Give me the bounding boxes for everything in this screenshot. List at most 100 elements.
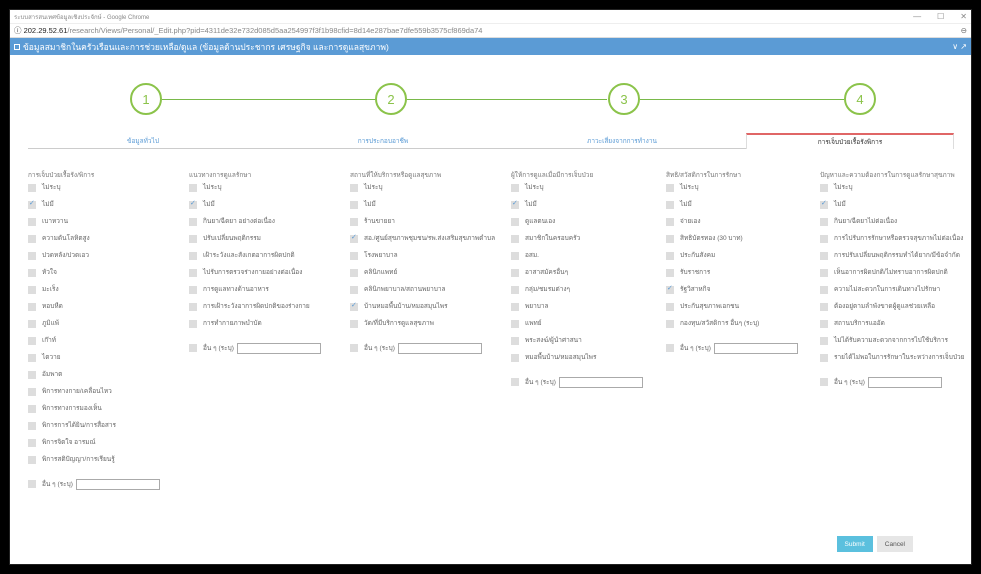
cancel-button[interactable]: Cancel — [876, 536, 913, 552]
checkbox[interactable] — [189, 286, 197, 294]
minimize-icon[interactable]: — — [913, 12, 921, 21]
step-4[interactable]: 4 — [844, 83, 876, 115]
checkbox-option[interactable]: ไม่มี — [189, 199, 339, 218]
checkbox[interactable] — [511, 286, 519, 294]
checkbox-option[interactable]: ไตวาย — [28, 354, 178, 371]
checkbox[interactable] — [28, 405, 36, 413]
checkbox-checked[interactable] — [28, 199, 36, 209]
checkbox[interactable] — [511, 184, 519, 192]
tab-work-risk[interactable]: ภาวะเสี่ยงจากการทำงาน — [508, 133, 736, 149]
checkbox[interactable] — [666, 303, 674, 311]
checkbox[interactable] — [666, 269, 674, 277]
checkbox[interactable] — [28, 354, 36, 362]
checkbox[interactable] — [666, 235, 674, 243]
checkbox[interactable] — [350, 269, 358, 277]
checkbox[interactable] — [189, 269, 197, 277]
checkbox[interactable] — [511, 269, 519, 277]
checkbox-option[interactable]: ไม่มี — [28, 199, 178, 218]
checkbox[interactable] — [350, 252, 358, 260]
checkbox-option[interactable]: ไม่ระบุ — [666, 184, 814, 201]
checkbox[interactable] — [820, 252, 828, 260]
checkbox-option[interactable]: ประกันสุขภาพเอกชน — [666, 303, 814, 320]
checkbox-option[interactable]: คลินิกแพทย์ — [350, 269, 502, 286]
checkbox[interactable] — [28, 269, 36, 277]
checkbox-option[interactable]: สอ./ศูนย์สุขภาพชุมชน/รพ.ส่งเสริมสุขภาพตำ… — [350, 233, 502, 252]
info-icon[interactable]: ⓘ — [14, 25, 24, 36]
checkbox-option[interactable]: แพทย์ — [511, 320, 659, 337]
other-text-input[interactable] — [558, 376, 643, 388]
checkbox-option[interactable]: ประกันสังคม — [666, 252, 814, 269]
checkbox-option[interactable]: ไม่ได้รับความสะดวกจากการไปใช้บริการ — [820, 337, 971, 354]
checkbox[interactable] — [666, 201, 674, 209]
tab-occupation[interactable]: การประกอบอาชีพ — [268, 133, 498, 149]
checkbox[interactable] — [28, 320, 36, 328]
checkbox-option[interactable]: การเฝ้าระวังอาการผิดปกติของร่างกาย — [189, 303, 339, 320]
checkbox[interactable] — [350, 344, 358, 352]
checkbox-option[interactable]: พิการจิตใจ อารมณ์ — [28, 439, 178, 456]
checkbox-checked[interactable] — [350, 233, 358, 243]
checkbox-option[interactable]: ไม่ระบุ — [511, 184, 659, 201]
checkbox[interactable] — [511, 378, 519, 386]
checkbox-option[interactable]: โรงพยาบาล — [350, 252, 502, 269]
checkbox[interactable] — [820, 320, 828, 328]
checkbox-option[interactable]: จ่ายเอง — [666, 218, 814, 235]
checkbox[interactable] — [28, 184, 36, 192]
checkbox[interactable] — [820, 354, 828, 362]
checkbox-option[interactable]: กินยา/ฉีดยาไม่ต่อเนื่อง — [820, 218, 971, 235]
checkbox-option[interactable]: หัวใจ — [28, 269, 178, 286]
checkbox[interactable] — [666, 252, 674, 260]
checkbox-option[interactable]: หอบหืด — [28, 303, 178, 320]
checkbox-checked[interactable] — [511, 199, 519, 209]
checkbox-option[interactable]: การไปรับการรักษาหรือตรวจสุขภาพไม่ต่อเนื่… — [820, 235, 971, 252]
checkbox[interactable] — [820, 378, 828, 386]
checkbox[interactable] — [28, 439, 36, 447]
other-text-input[interactable] — [75, 478, 160, 490]
checkbox-option[interactable]: กลุ่ม/ชมรมต่างๆ — [511, 286, 659, 303]
checkbox-checked[interactable] — [666, 284, 674, 294]
checkbox[interactable] — [511, 354, 519, 362]
checkbox-option[interactable]: คลินิกพยาบาล/สถานพยาบาล — [350, 286, 502, 303]
checkbox[interactable] — [350, 184, 358, 192]
checkbox-option[interactable]: ไม่มี — [666, 201, 814, 218]
checkbox-option[interactable]: ความดันโลหิตสูง — [28, 235, 178, 252]
other-text-input[interactable] — [713, 342, 798, 354]
tab-general[interactable]: ข้อมูลทั่วไป — [28, 133, 258, 149]
checkbox-option[interactable]: พระสงฆ์/ผู้นำศาสนา — [511, 337, 659, 354]
checkbox[interactable] — [511, 252, 519, 260]
checkbox-option[interactable]: พิการทางกาย/เคลื่อนไหว — [28, 388, 178, 405]
checkbox-option[interactable]: พิการการได้ยิน/การสื่อสาร — [28, 422, 178, 439]
checkbox[interactable] — [28, 388, 36, 396]
checkbox-option[interactable]: ต้องอยู่ตามลำพังขาดผู้ดูแลช่วยเหลือ — [820, 303, 971, 320]
checkbox[interactable] — [666, 320, 674, 328]
checkbox-option[interactable]: อัมพาต — [28, 371, 178, 388]
checkbox-option[interactable]: อาสาสมัครอื่นๆ — [511, 269, 659, 286]
checkbox[interactable] — [28, 456, 36, 464]
checkbox[interactable] — [820, 286, 828, 294]
checkbox[interactable] — [511, 218, 519, 226]
step-2[interactable]: 2 — [375, 83, 407, 115]
checkbox-option[interactable]: ไม่มี — [511, 199, 659, 218]
checkbox[interactable] — [28, 252, 36, 260]
checkbox-checked[interactable] — [350, 301, 358, 311]
checkbox-option[interactable]: รัฐวิสาหกิจ — [666, 284, 814, 303]
checkbox[interactable] — [189, 303, 197, 311]
maximize-icon[interactable]: ☐ — [937, 12, 944, 21]
checkbox-option[interactable]: สิทธิบัตรทอง (30 บาท) — [666, 235, 814, 252]
checkbox-option[interactable]: อสม. — [511, 252, 659, 269]
step-1[interactable]: 1 — [130, 83, 162, 115]
checkbox[interactable] — [28, 286, 36, 294]
other-text-input[interactable] — [236, 342, 321, 354]
collapse-icon[interactable]: ∨ ↗ — [952, 42, 967, 51]
checkbox-option[interactable]: ไม่ระบุ — [189, 184, 339, 201]
checkbox-option[interactable]: สมาชิกในครอบครัว — [511, 235, 659, 252]
checkbox[interactable] — [28, 235, 36, 243]
checkbox[interactable] — [28, 480, 36, 488]
checkbox[interactable] — [28, 371, 36, 379]
checkbox-option[interactable]: เห็นอาการผิดปกติ/ไม่ทราบอาการผิดปกติ — [820, 269, 971, 286]
checkbox-option[interactable]: การทำกายภาพบำบัด — [189, 320, 339, 337]
other-text-input[interactable] — [397, 342, 482, 354]
checkbox[interactable] — [820, 184, 828, 192]
checkbox[interactable] — [28, 422, 36, 430]
checkbox-option[interactable]: การปรับเปลี่ยนพฤติกรรมทำได้ยาก/มีข้อจำกั… — [820, 252, 971, 269]
checkbox[interactable] — [350, 320, 358, 328]
